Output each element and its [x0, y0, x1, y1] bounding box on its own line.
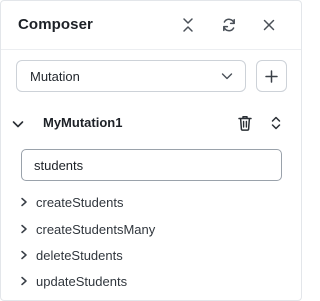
close-icon: [263, 19, 275, 31]
field-label: updateStudents: [36, 274, 128, 289]
chevron-right-icon: [21, 250, 27, 260]
chevron-right-icon: [21, 224, 27, 234]
reorder-operation-button[interactable]: [268, 114, 284, 132]
chevron-right-icon: [21, 276, 27, 286]
delete-operation-button[interactable]: [236, 113, 254, 133]
chevron-down-icon: [221, 73, 233, 80]
chevron-up-down-icon: [271, 116, 281, 130]
operation-name[interactable]: MyMutation1: [43, 115, 122, 130]
operation-expand-toggle[interactable]: [12, 116, 26, 130]
field-item-updateStudents[interactable]: updateStudents: [1, 270, 301, 292]
field-search-input[interactable]: [21, 149, 282, 181]
field-label: deleteStudents: [36, 248, 123, 263]
field-item-deleteStudents[interactable]: deleteStudents: [1, 244, 301, 266]
operation-type-select[interactable]: Mutation: [16, 60, 246, 92]
chevron-down-icon: [12, 121, 24, 128]
field-item-createStudentsMany[interactable]: createStudentsMany: [1, 218, 301, 240]
chevron-right-icon: [21, 197, 27, 207]
add-operation-button[interactable]: [256, 60, 287, 92]
composer-header: Composer: [1, 1, 301, 51]
plus-icon: [265, 69, 278, 83]
field-item-createStudents[interactable]: createStudents: [1, 191, 301, 213]
header-divider: [1, 49, 301, 50]
field-label: createStudents: [36, 195, 124, 210]
collapse-icon: [183, 18, 193, 32]
operation-row: MyMutation1: [1, 109, 301, 137]
refresh-icon: [223, 18, 235, 32]
trash-icon: [238, 116, 252, 131]
operation-type-value: Mutation: [30, 69, 80, 84]
composer-panel: Composer Mutation MyMutation1 students c…: [0, 0, 302, 301]
close-button[interactable]: [259, 15, 279, 35]
collapse-button[interactable]: [178, 15, 198, 35]
field-label: createStudentsMany: [36, 222, 156, 237]
refresh-button[interactable]: [219, 15, 239, 35]
panel-title: Composer: [18, 16, 93, 33]
